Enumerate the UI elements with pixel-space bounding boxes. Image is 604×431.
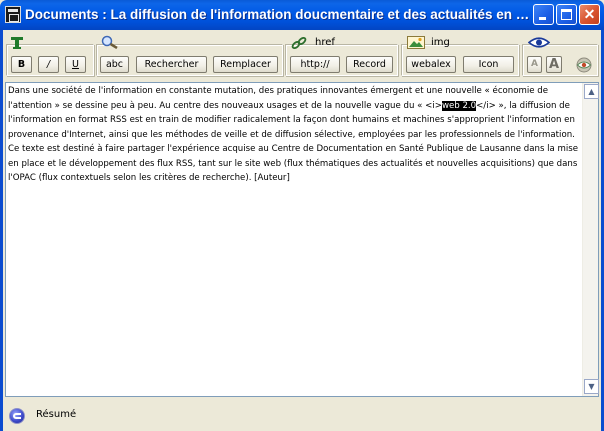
link-chain-icon [291, 36, 307, 50]
title-bar[interactable]: Documents : La diffusion de l'informatio… [0, 0, 604, 30]
italic-button[interactable]: / [38, 56, 59, 73]
maximize-icon [561, 9, 572, 20]
font-smaller-button[interactable]: A [527, 56, 542, 73]
scroll-down-button[interactable]: ▼ [584, 379, 599, 394]
http-button[interactable]: http:// [290, 56, 340, 73]
eye-icon [528, 37, 550, 48]
app-window-icon[interactable] [5, 6, 21, 23]
bold-button[interactable]: B [11, 56, 32, 73]
selected-text: web 2.0 [441, 100, 477, 111]
minimize-button[interactable] [533, 4, 554, 25]
record-button[interactable]: Record [346, 56, 393, 73]
icon-button[interactable]: Icon [463, 56, 514, 73]
text-editor[interactable]: Dans une société de l'information en con… [5, 82, 599, 397]
window-frame-left [0, 30, 3, 431]
editor-content[interactable]: Dans une société de l'information en con… [8, 84, 581, 186]
underline-button[interactable]: U [65, 56, 86, 73]
image-icon [407, 36, 425, 49]
preview-eye-icon[interactable] [575, 57, 593, 73]
close-icon: ✕ [583, 6, 596, 22]
scroll-up-button[interactable]: ▲ [584, 84, 599, 99]
editor-text-after: </i> », la diffusion de l'information en… [8, 100, 579, 184]
remplacer-button[interactable]: Remplacer [213, 56, 278, 73]
maximize-button[interactable] [556, 4, 577, 25]
vertical-scrollbar[interactable]: ▲ ▼ [582, 83, 599, 396]
href-label: href [315, 37, 335, 48]
back-arrow-icon[interactable] [9, 408, 25, 424]
close-button[interactable]: ✕ [579, 4, 600, 25]
abc-button[interactable]: abc [100, 56, 129, 73]
rechercher-button[interactable]: Rechercher [136, 56, 207, 73]
text-format-icon [11, 37, 23, 49]
status-label: Résumé [36, 409, 77, 420]
img-label: img [431, 37, 450, 48]
window-title: Documents : La diffusion de l'informatio… [25, 7, 530, 22]
minimize-icon [539, 17, 546, 20]
toolbar: B / U abc Rechercher Remplacer href http… [3, 30, 601, 80]
magnifier-icon [101, 35, 118, 49]
status-bar: Résumé [3, 400, 601, 431]
webalex-button[interactable]: webalex [406, 56, 456, 73]
font-larger-button[interactable]: A [546, 56, 562, 73]
